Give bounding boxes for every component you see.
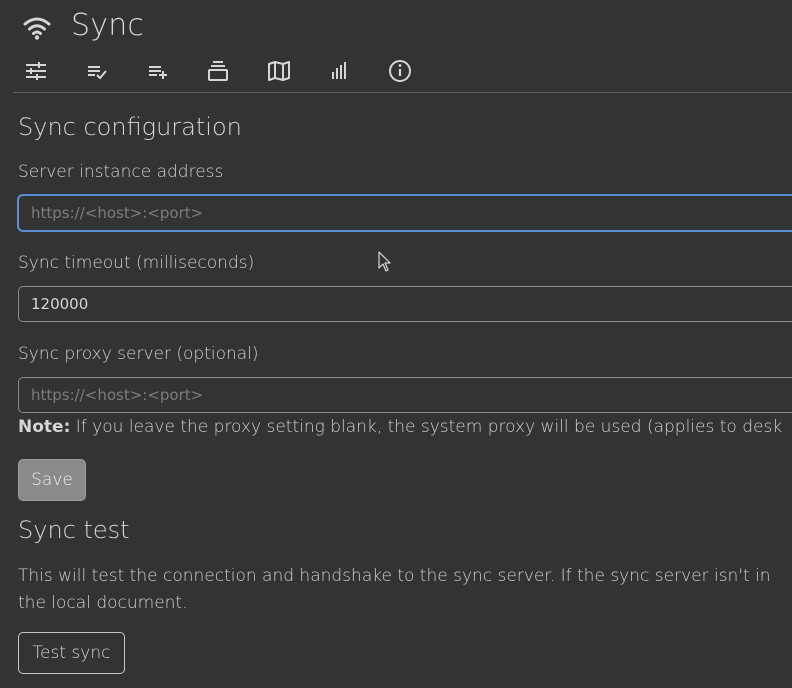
toolbar bbox=[0, 56, 792, 86]
proxy-note: Note: If you leave the proxy setting bla… bbox=[18, 417, 782, 437]
bar-chart-icon[interactable] bbox=[327, 58, 353, 84]
sync-timeout-label: Sync timeout (milliseconds) bbox=[18, 253, 255, 273]
page-header: Sync bbox=[0, 0, 792, 56]
server-address-label: Server instance address bbox=[18, 162, 224, 182]
map-icon[interactable] bbox=[266, 58, 292, 84]
wifi-icon bbox=[22, 14, 52, 42]
save-button[interactable]: Save bbox=[18, 459, 86, 501]
tune-icon[interactable] bbox=[23, 58, 49, 84]
divider bbox=[13, 92, 792, 93]
sync-configuration-heading: Sync configuration bbox=[18, 113, 242, 141]
list-add-icon[interactable] bbox=[145, 58, 171, 84]
note-text: If you leave the proxy setting blank, th… bbox=[70, 417, 783, 437]
mouse-pointer-icon bbox=[378, 251, 392, 273]
sync-proxy-input[interactable] bbox=[18, 377, 792, 413]
sync-test-heading: Sync test bbox=[18, 516, 130, 544]
sync-test-description: This will test the connection and handsh… bbox=[18, 563, 792, 617]
page-title: Sync bbox=[71, 8, 145, 43]
stack-icon[interactable] bbox=[205, 58, 231, 84]
sync-test-description-line-2: the local document. bbox=[18, 593, 188, 613]
note-label: Note: bbox=[18, 417, 71, 437]
sync-timeout-input[interactable] bbox=[18, 286, 792, 322]
sync-proxy-label: Sync proxy server (optional) bbox=[18, 344, 259, 364]
test-sync-button[interactable]: Test sync bbox=[18, 632, 125, 674]
info-icon[interactable] bbox=[387, 58, 413, 84]
list-check-icon[interactable] bbox=[84, 58, 110, 84]
sync-test-description-line-1: This will test the connection and handsh… bbox=[18, 566, 771, 586]
server-address-input[interactable] bbox=[18, 195, 792, 231]
